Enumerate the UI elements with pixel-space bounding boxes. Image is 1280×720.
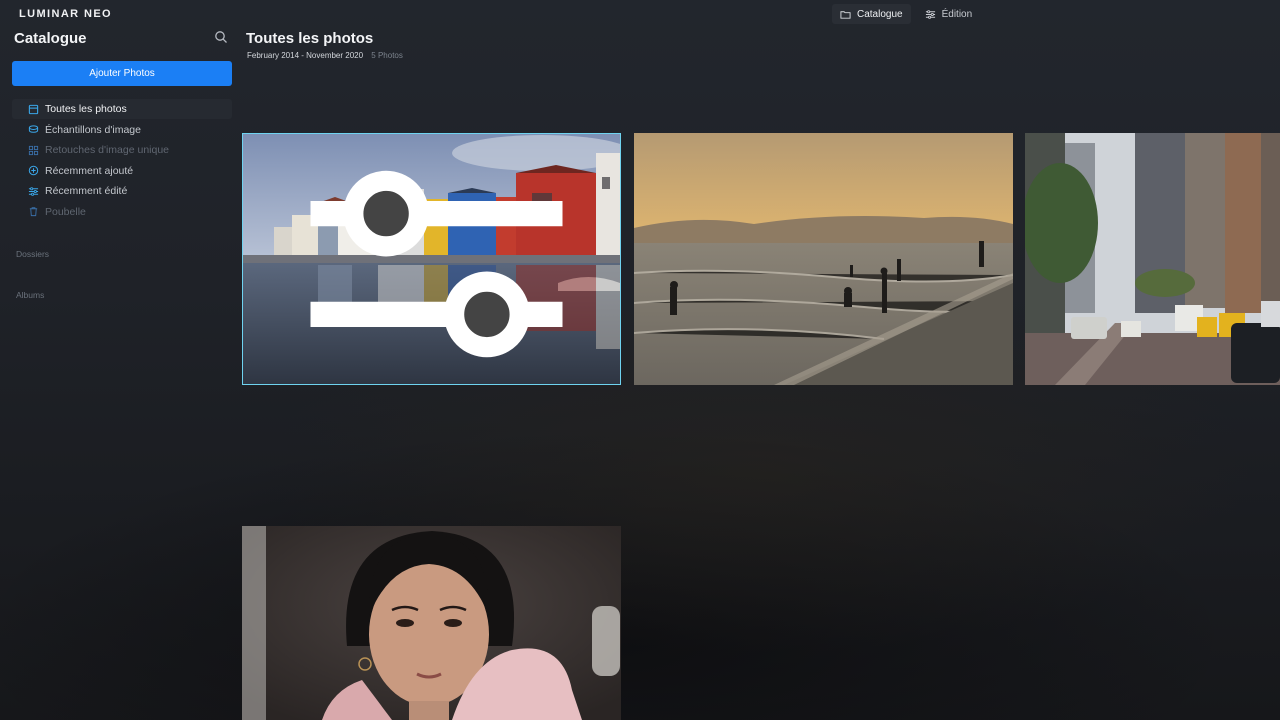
add-photos-button[interactable]: Ajouter Photos [12,61,232,86]
sidebar-item-recently-added[interactable]: Récemment ajouté [12,161,232,181]
sidebar-item-recently-edited[interactable]: Récemment édité [12,181,232,201]
date-range: February 2014 - November 2020 [247,51,364,60]
sidebar-item-label: Poubelle [45,205,86,218]
page-subtitle: February 2014 - November 2020 5 Photos [247,51,403,60]
tab-catalogue[interactable]: Catalogue [832,4,911,24]
photo-thumbnail-beach[interactable] [634,133,1013,385]
photo-count: 5 Photos [371,51,403,60]
sidebar-item-label: Échantillons d'image [45,123,141,136]
folder-icon [840,10,851,19]
sliders-icon [925,9,935,19]
app-logo: LUMINAR NEO [19,8,113,20]
tab-edition-label: Édition [941,8,973,20]
photo-thumbnail-canal[interactable] [242,133,621,385]
city-street-image [1025,133,1280,385]
mode-switch: Catalogue Édition [832,4,980,24]
plus-circle-icon [28,165,39,176]
sidebar-item-label: Récemment édité [45,185,128,197]
section-folders[interactable]: Dossiers [16,249,49,259]
grid-icon [28,145,39,155]
page-title: Toutes les photos [246,30,374,47]
photos-icon [28,104,39,114]
sidebar-item-all-photos[interactable]: Toutes les photos [12,99,232,119]
tab-catalogue-label: Catalogue [857,8,903,20]
sidebar: Catalogue Ajouter Photos Toutes les phot… [0,24,240,720]
section-albums[interactable]: Albums [16,290,44,300]
photo-thumbnail-portrait[interactable] [242,526,621,720]
photo-thumbnail-city-street[interactable] [1025,133,1280,385]
sidebar-item-label: Retouches d'image unique [45,144,170,156]
sidebar-item-label: Récemment ajouté [45,164,134,177]
sidebar-item-image-samples[interactable]: Échantillons d'image [12,120,232,140]
sidebar-item-single-retouches[interactable]: Retouches d'image unique [12,140,232,160]
search-icon[interactable] [214,30,228,44]
tab-edition[interactable]: Édition [917,4,981,24]
sidebar-title: Catalogue [14,30,87,47]
sidebar-item-label: Toutes les photos [45,103,127,115]
edited-badge-icon [310,170,563,358]
trash-icon [29,207,38,217]
sidebar-nav: Toutes les photos Échantillons d'image R… [12,99,232,222]
sidebar-item-trash[interactable]: Poubelle [12,202,232,222]
samples-icon [28,125,39,133]
beach-sunset-image [634,133,1013,385]
sliders-icon [28,186,39,196]
portrait-image [242,526,621,720]
luminar-app-window: LUMINAR NEO Catalogue Édition Catalogue … [0,0,1280,720]
